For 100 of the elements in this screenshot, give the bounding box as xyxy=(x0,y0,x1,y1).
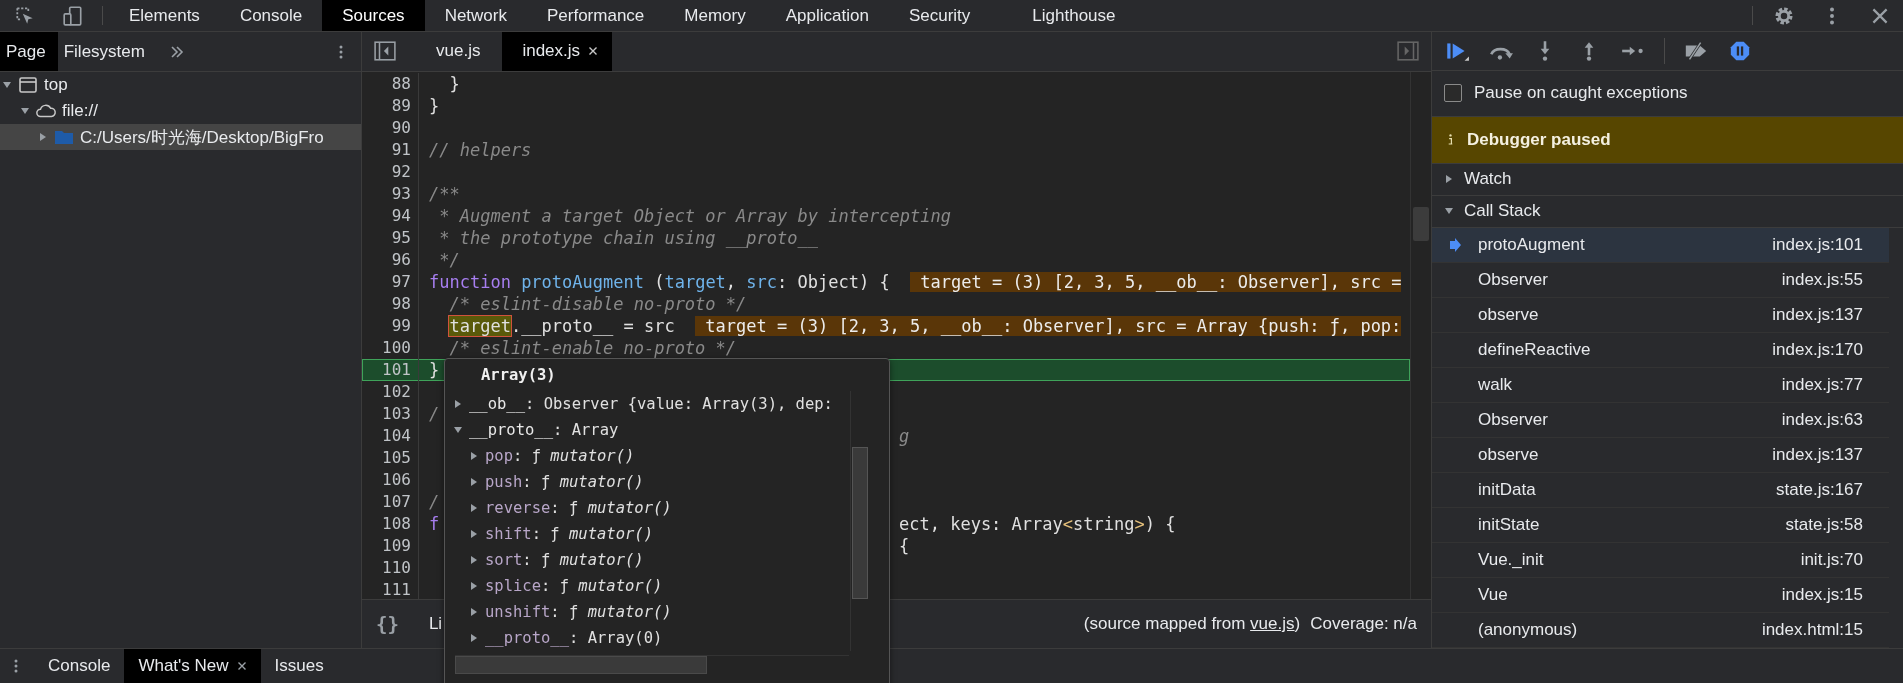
disclosure-icon[interactable] xyxy=(469,477,479,487)
property-row[interactable]: push: ƒ mutator() xyxy=(445,469,850,495)
line-number[interactable]: 102 xyxy=(363,380,419,403)
pause-caught-checkbox[interactable]: Pause on caught exceptions xyxy=(1432,71,1903,117)
file-tab[interactable]: index.js xyxy=(502,32,613,71)
property-row[interactable]: sort: ƒ mutator() xyxy=(445,547,850,573)
panel-tab[interactable]: Performance xyxy=(527,0,665,31)
line-number[interactable]: 105 xyxy=(363,446,419,469)
line-number[interactable]: 98 xyxy=(363,292,419,315)
disclosure-icon[interactable] xyxy=(469,503,479,513)
line-number[interactable]: 103 xyxy=(363,402,419,425)
call-frame[interactable]: Vue index.js:15 xyxy=(1432,578,1889,613)
scrollbar-thumb[interactable] xyxy=(455,656,707,674)
panel-tab[interactable]: Console xyxy=(219,0,323,31)
call-frame[interactable]: initData state.js:167 xyxy=(1432,473,1889,508)
function-name: (anonymous) xyxy=(1478,620,1579,640)
deactivate-breakpoints-icon[interactable] xyxy=(1683,40,1709,62)
function-name: initState xyxy=(1478,515,1541,535)
property-row[interactable]: pop: ƒ mutator() xyxy=(445,443,850,469)
tree-item[interactable]: top xyxy=(0,72,361,98)
line-number[interactable]: 88 xyxy=(363,72,419,95)
disclosure-icon[interactable] xyxy=(453,399,463,409)
call-frame[interactable]: Observer index.js:63 xyxy=(1432,403,1889,438)
call-frame[interactable]: initState state.js:58 xyxy=(1432,508,1889,543)
source-link[interactable]: vue.js xyxy=(1250,614,1295,634)
line-number[interactable]: 104 xyxy=(363,424,419,447)
tree-item[interactable]: C:/Users/时光海/Desktop/BigFro xyxy=(0,124,361,150)
disclosure-icon[interactable] xyxy=(469,607,479,617)
line-number[interactable]: 106 xyxy=(363,468,419,491)
line-number[interactable]: 93 xyxy=(363,182,419,205)
close-icon[interactable] xyxy=(588,46,599,57)
resume-icon[interactable] xyxy=(1444,40,1470,62)
scrollbar-thumb[interactable] xyxy=(1413,206,1429,241)
sidebar-toggle-icon[interactable] xyxy=(374,41,396,62)
disclosure-icon[interactable] xyxy=(453,425,463,435)
property-row[interactable]: splice: ƒ mutator() xyxy=(445,573,850,599)
drawer-tab[interactable]: Console xyxy=(34,649,125,683)
line-number[interactable]: 101 xyxy=(363,358,419,381)
call-frame[interactable]: Observer index.js:55 xyxy=(1432,263,1889,298)
line-number[interactable]: 90 xyxy=(363,116,419,139)
sidebar-toggle-icon[interactable] xyxy=(1397,41,1419,62)
file-tab[interactable]: vue.js xyxy=(416,32,495,71)
line-number[interactable]: 97 xyxy=(363,270,419,293)
line-number[interactable]: 96 xyxy=(363,248,419,271)
line-number[interactable]: 100 xyxy=(363,336,419,359)
panel-tab[interactable]: Sources xyxy=(322,0,425,31)
navigator-tab[interactable]: Page xyxy=(0,32,58,71)
panel-tab[interactable]: Security xyxy=(888,0,991,31)
call-frame[interactable]: observe index.js:137 xyxy=(1432,298,1889,333)
navigator-tab[interactable]: Filesystem xyxy=(57,32,157,71)
drawer-tab[interactable]: Issues xyxy=(260,649,338,683)
property-row[interactable]: __proto__: Array xyxy=(445,417,850,443)
call-frame[interactable]: protoAugment index.js:101 xyxy=(1432,228,1889,263)
section-header[interactable]: Watch xyxy=(1432,163,1903,196)
function-name: observe xyxy=(1478,445,1540,465)
line-number[interactable]: 110 xyxy=(363,556,419,579)
scrollbar-thumb[interactable] xyxy=(852,447,868,599)
settings-icon[interactable] xyxy=(1773,5,1795,27)
disclosure-icon[interactable] xyxy=(2,80,12,90)
close-icon[interactable] xyxy=(236,661,247,671)
panel-tab[interactable]: Elements xyxy=(109,0,220,31)
property-row[interactable]: unshift: ƒ mutator() xyxy=(445,599,850,625)
code-token: ( xyxy=(653,271,665,292)
disclosure-icon[interactable] xyxy=(469,581,479,591)
disclosure-icon[interactable] xyxy=(469,633,479,643)
function-name: walk xyxy=(1478,375,1513,395)
disclosure-icon[interactable] xyxy=(469,555,479,565)
property-row[interactable]: __ob__: Observer {value: Array(3), dep: xyxy=(445,391,850,417)
call-frame[interactable]: Vue._init init.js:70 xyxy=(1432,543,1889,578)
property-row[interactable]: shift: ƒ mutator() xyxy=(445,521,850,547)
call-frame[interactable]: (anonymous) index.html:15 xyxy=(1432,613,1889,648)
call-frame[interactable]: observe index.js:137 xyxy=(1432,438,1889,473)
call-frame[interactable]: walk index.js:77 xyxy=(1432,368,1889,403)
disclosure-icon[interactable] xyxy=(38,132,48,142)
disclosure-icon[interactable] xyxy=(20,106,30,116)
disclosure-icon[interactable] xyxy=(1444,174,1454,185)
device-icon[interactable] xyxy=(62,5,84,27)
line-number[interactable]: 91 xyxy=(363,138,419,161)
call-frame[interactable]: defineReactive index.js:170 xyxy=(1432,333,1889,368)
disclosure-icon[interactable] xyxy=(469,451,479,461)
tree-item[interactable]: file:// xyxy=(0,98,361,124)
line-number[interactable]: 95 xyxy=(363,226,419,249)
pretty-print-button[interactable]: {} xyxy=(376,613,399,636)
drawer-tab[interactable]: What's New xyxy=(124,649,261,683)
line-number[interactable]: 89 xyxy=(363,94,419,117)
line-number[interactable]: 109 xyxy=(363,534,419,557)
panel-tab[interactable]: Application xyxy=(765,0,889,31)
line-number[interactable]: 99 xyxy=(363,314,419,337)
panel-tab[interactable]: Memory xyxy=(664,0,766,31)
disclosure-icon[interactable] xyxy=(469,529,479,539)
line-number[interactable]: 92 xyxy=(363,160,419,183)
line-number[interactable]: 107 xyxy=(363,490,419,513)
property-row[interactable]: __proto__: Array(0) xyxy=(445,625,850,651)
code-token: target = (3) [2, 3, 5, __ob__: Observer], src = xyxy=(910,271,1402,292)
panel-tab[interactable]: Lighthouse xyxy=(990,0,1136,31)
chevron-icon[interactable] xyxy=(168,43,185,60)
line-number[interactable]: 94 xyxy=(363,204,419,227)
panel-tab[interactable]: Network xyxy=(424,0,527,31)
property-row[interactable]: reverse: ƒ mutator() xyxy=(445,495,850,521)
line-number[interactable]: 108 xyxy=(363,512,419,535)
